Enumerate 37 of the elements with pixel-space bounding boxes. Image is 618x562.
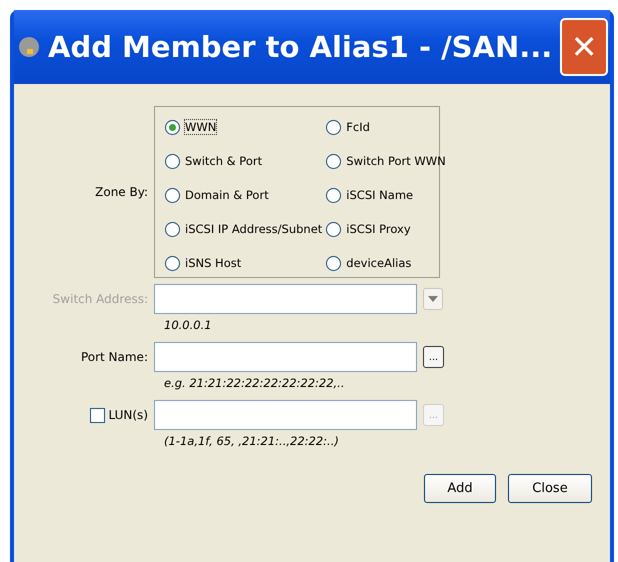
radio-button[interactable]: [165, 120, 180, 134]
field-label: Switch Address:: [52, 292, 148, 306]
option-label: iSCSI Proxy: [346, 222, 411, 236]
radio-button[interactable]: [326, 154, 342, 168]
close-button[interactable]: ✕: [560, 18, 608, 76]
radio-button[interactable]: [165, 256, 180, 270]
browse-button[interactable]: ...: [423, 346, 444, 368]
hint-text: e.g. 21:21:22:22:22:22:22:22,..: [164, 375, 346, 392]
field-label: LUN(s): [108, 408, 148, 422]
radio-button[interactable]: [326, 222, 342, 236]
option-label: FcId: [346, 120, 370, 134]
hint-text: (1-1a,1f, 65, ,21:21:..,22:22:..): [164, 433, 340, 450]
radio-button[interactable]: [165, 188, 180, 202]
option-label: Domain & Port: [185, 188, 269, 202]
radio-button[interactable]: [326, 120, 342, 134]
caret-icon: [427, 295, 439, 303]
dialog-button[interactable]: Add: [424, 474, 496, 503]
radio-button[interactable]: [326, 188, 342, 202]
radio-button[interactable]: [165, 222, 180, 236]
input-field[interactable]: [154, 284, 417, 314]
radio-button[interactable]: [165, 154, 180, 168]
option-label: Switch & Port: [185, 154, 262, 168]
dialog-button[interactable]: Close: [508, 474, 592, 503]
option-label: iSCSI Name: [346, 188, 414, 202]
field-label: Port Name:: [80, 350, 148, 364]
option-label: iSCSI IP Address/Subnet: [185, 222, 322, 236]
hint-text: 10.0.0.1: [164, 317, 213, 334]
input-field[interactable]: [154, 342, 417, 372]
option-label: WWN: [185, 120, 216, 134]
option-label: Switch Port WWN: [346, 154, 446, 168]
input-field[interactable]: [154, 400, 417, 430]
window-title: Add Member to Alias1 - /SAN...: [48, 30, 552, 64]
option-label: iSNS Host: [185, 256, 242, 270]
radio-button[interactable]: [326, 256, 342, 270]
zone-by-label: Zone By:: [94, 185, 149, 199]
app-icon: [18, 36, 40, 58]
option-label: deviceAlias: [346, 256, 412, 270]
